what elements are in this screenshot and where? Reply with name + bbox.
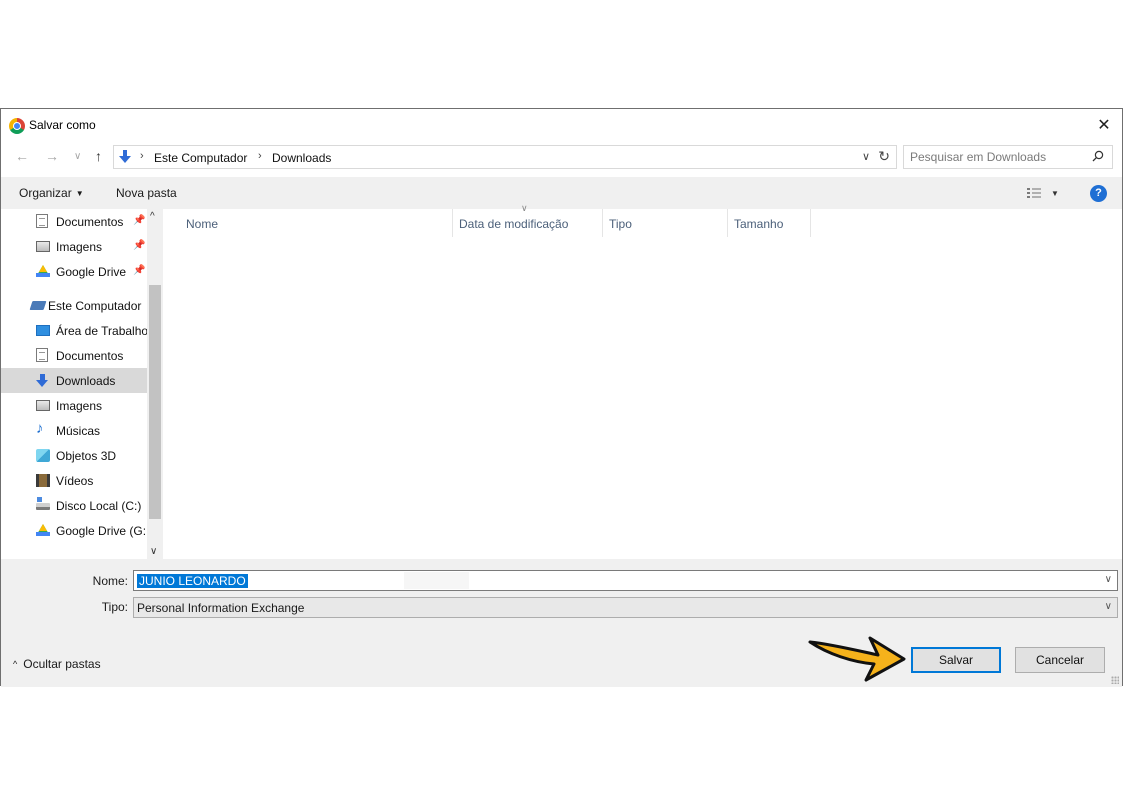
scroll-thumb[interactable] <box>149 285 161 519</box>
organize-button[interactable]: Organizar ▼ <box>19 186 84 200</box>
pictures-icon <box>36 400 50 411</box>
breadcrumb-este-computador[interactable]: Este Computador <box>154 151 247 165</box>
downloads-icon <box>36 374 50 387</box>
save-form: Nome: JUNIO LEONARDO ∨ Tipo: Personal In… <box>1 559 1122 687</box>
document-icon <box>36 214 48 228</box>
address-bar[interactable]: › Este Computador › Downloads ∨ ↻ <box>113 145 897 169</box>
sidebar-item-documentos[interactable]: Documentos <box>1 343 147 368</box>
search-icon <box>1092 150 1104 162</box>
up-button[interactable]: ↑ <box>95 148 102 164</box>
column-header-tipo[interactable]: Tipo <box>603 209 728 237</box>
address-history-dropdown[interactable]: ∨ <box>862 150 870 163</box>
search-input[interactable] <box>904 146 1084 168</box>
caret-down-icon: ▼ <box>75 189 84 198</box>
cancel-button[interactable]: Cancelar <box>1015 647 1105 673</box>
chrome-icon <box>9 118 25 134</box>
local-disk-icon <box>36 497 50 510</box>
title-bar: Salvar como ✕ <box>1 109 1122 141</box>
sidebar-item-imagens[interactable]: Imagens <box>1 393 147 418</box>
column-header-tamanho[interactable]: Tamanho <box>728 209 811 237</box>
file-name-value[interactable]: JUNIO LEONARDO <box>137 574 248 588</box>
google-drive-icon <box>36 524 50 536</box>
downloads-icon <box>119 150 131 163</box>
column-header-nome[interactable]: Nome <box>180 209 453 237</box>
sidebar-item-downloads[interactable]: Downloads <box>1 368 147 393</box>
breadcrumb-separator: › <box>258 150 262 162</box>
type-label: Tipo: <box>101 600 128 614</box>
save-as-dialog: Salvar como ✕ ← → ∨ ↑ › Este Computador … <box>0 108 1123 687</box>
sidebar-item-videos[interactable]: Vídeos <box>1 468 147 493</box>
address-row: ← → ∨ ↑ › Este Computador › Downloads ∨ … <box>1 145 1122 171</box>
breadcrumb-downloads[interactable]: Downloads <box>272 151 331 165</box>
chevron-down-icon[interactable]: ∨ <box>1105 574 1112 585</box>
pin-icon: 📌 <box>133 215 146 226</box>
view-options-icon[interactable] <box>1027 188 1041 198</box>
sidebar-item-disco-local[interactable]: Disco Local (C:) <box>1 493 147 518</box>
sort-indicator-icon: ∨ <box>521 203 528 213</box>
view-options-caret-icon[interactable]: ▼ <box>1051 189 1059 198</box>
autocomplete-ghost <box>404 572 469 589</box>
sidebar-item-quick-google-drive[interactable]: Google Drive 📌 <box>1 259 147 284</box>
file-name-field[interactable]: JUNIO LEONARDO ∨ <box>133 570 1118 591</box>
window-title: Salvar como <box>29 118 96 132</box>
file-list[interactable]: Nome Data de modificação ∨ Tipo Tamanho <box>165 203 1122 559</box>
document-icon <box>36 348 48 362</box>
sidebar-item-este-computador[interactable]: Este Computador <box>1 293 147 318</box>
help-icon[interactable]: ? <box>1090 185 1107 202</box>
sidebar-item-musicas[interactable]: ♪ Músicas <box>1 418 147 443</box>
back-button[interactable]: ← <box>15 148 29 164</box>
chevron-up-icon: ^ <box>13 659 18 669</box>
yellow-arrow-icon <box>808 636 906 682</box>
pin-icon: 📌 <box>133 265 146 276</box>
pictures-icon <box>36 241 50 252</box>
desktop-icon <box>36 325 50 336</box>
sidebar-item-quick-documentos[interactable]: Documentos 📌 <box>1 209 147 234</box>
scroll-down-icon[interactable]: ∨ <box>150 546 157 557</box>
sidebar-scrollbar[interactable]: ^ ∨ <box>147 209 163 559</box>
videos-icon <box>36 474 50 487</box>
navigation-pane: Documentos 📌 Imagens 📌 Google Drive 📌 Es… <box>1 209 163 559</box>
column-header-data-de-modificacao[interactable]: Data de modificação <box>453 209 603 237</box>
chevron-down-icon[interactable]: ∨ <box>1105 601 1112 612</box>
sidebar-item-quick-imagens[interactable]: Imagens 📌 <box>1 234 147 259</box>
pin-icon: 📌 <box>133 240 146 251</box>
sidebar-item-area-de-trabalho[interactable]: Área de Trabalho <box>1 318 147 343</box>
breadcrumb-separator: › <box>140 150 144 162</box>
save-button[interactable]: Salvar <box>911 647 1001 673</box>
forward-button[interactable]: → <box>45 148 59 164</box>
3d-objects-icon <box>36 449 50 462</box>
new-folder-button[interactable]: Nova pasta <box>116 186 177 200</box>
sidebar-item-objetos-3d[interactable]: Objetos 3D <box>1 443 147 468</box>
close-button[interactable]: ✕ <box>1086 109 1122 141</box>
toolbar: Organizar ▼ Nova pasta ▼ ? <box>1 177 1122 209</box>
sidebar-item-google-drive-g[interactable]: Google Drive (G: <box>1 518 147 543</box>
name-label: Nome: <box>92 574 128 588</box>
hide-folders-button[interactable]: ^ Ocultar pastas <box>13 657 101 671</box>
search-box <box>903 145 1113 169</box>
music-icon: ♪ <box>36 420 44 437</box>
google-drive-icon <box>36 265 50 277</box>
refresh-icon[interactable]: ↻ <box>878 148 890 165</box>
computer-icon <box>29 301 47 310</box>
file-type-select[interactable]: Personal Information Exchange ∨ <box>133 597 1118 618</box>
resize-grip[interactable] <box>1111 676 1119 684</box>
file-type-value: Personal Information Exchange <box>137 601 305 615</box>
scroll-up-icon[interactable]: ^ <box>150 211 155 222</box>
recent-locations-button[interactable]: ∨ <box>74 151 81 162</box>
